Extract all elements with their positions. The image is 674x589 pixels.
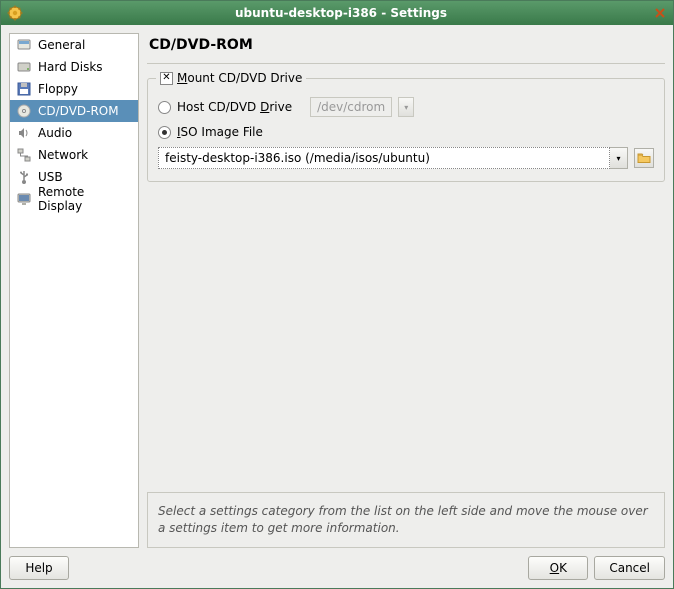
groupbox-title[interactable]: ✕ Mount CD/DVD Drive xyxy=(156,71,306,85)
folder-icon xyxy=(637,151,651,165)
app-icon xyxy=(7,5,23,21)
main-area: General Hard Disks Floppy xyxy=(9,33,665,548)
sidebar-item-label: CD/DVD-ROM xyxy=(38,104,119,118)
host-path-input: /dev/cdrom xyxy=(310,97,392,117)
sidebar-item-label: General xyxy=(38,38,85,52)
cdrom-icon xyxy=(16,103,32,119)
cancel-button[interactable]: Cancel xyxy=(594,556,665,580)
general-icon xyxy=(16,37,32,53)
browse-button[interactable] xyxy=(634,148,654,168)
sidebar-item-general[interactable]: General xyxy=(10,34,138,56)
ok-button[interactable]: OK xyxy=(528,556,588,580)
host-drive-label: Host CD/DVD Drive xyxy=(177,100,292,114)
settings-window: ubuntu-desktop-i386 - Settings General H… xyxy=(0,0,674,589)
display-icon xyxy=(16,191,32,207)
usb-icon xyxy=(16,169,32,185)
sidebar: General Hard Disks Floppy xyxy=(9,33,139,548)
mount-groupbox: ✕ Mount CD/DVD Drive Host CD/DVD Drive /… xyxy=(147,78,665,182)
sidebar-item-label: Hard Disks xyxy=(38,60,103,74)
titlebar[interactable]: ubuntu-desktop-i386 - Settings xyxy=(1,1,673,25)
sidebar-item-floppy[interactable]: Floppy xyxy=(10,78,138,100)
info-panel: Select a settings category from the list… xyxy=(147,492,665,548)
iso-radio[interactable] xyxy=(158,126,171,139)
audio-icon xyxy=(16,125,32,141)
iso-combo[interactable]: feisty-desktop-i386.iso (/media/isos/ubu… xyxy=(158,147,628,169)
iso-combo-row: feisty-desktop-i386.iso (/media/isos/ubu… xyxy=(158,147,654,169)
info-text: Select a settings category from the list… xyxy=(158,504,648,535)
sidebar-item-label: Remote Display xyxy=(38,185,132,213)
window-title: ubuntu-desktop-i386 - Settings xyxy=(29,6,653,20)
network-icon xyxy=(16,147,32,163)
iso-row[interactable]: ISO Image File xyxy=(158,125,654,139)
iso-dropdown-btn[interactable]: ▾ xyxy=(610,147,628,169)
host-drive-row[interactable]: Host CD/DVD Drive /dev/cdrom ▾ xyxy=(158,97,654,117)
close-icon[interactable] xyxy=(653,6,667,20)
sidebar-item-harddisks[interactable]: Hard Disks xyxy=(10,56,138,78)
panel-title: CD/DVD-ROM xyxy=(147,33,665,64)
sidebar-item-network[interactable]: Network xyxy=(10,144,138,166)
iso-label: ISO Image File xyxy=(177,125,263,139)
content-area: General Hard Disks Floppy xyxy=(1,25,673,588)
harddisk-icon xyxy=(16,59,32,75)
sidebar-item-cdrom[interactable]: CD/DVD-ROM xyxy=(10,100,138,122)
sidebar-item-label: Audio xyxy=(38,126,72,140)
button-row: Help OK Cancel xyxy=(9,548,665,580)
sidebar-item-label: USB xyxy=(38,170,63,184)
sidebar-item-label: Network xyxy=(38,148,88,162)
groupbox-label: Mount CD/DVD Drive xyxy=(177,71,302,85)
host-path-dropdown: ▾ xyxy=(398,97,414,117)
mount-checkbox[interactable]: ✕ xyxy=(160,72,173,85)
iso-path-input[interactable]: feisty-desktop-i386.iso (/media/isos/ubu… xyxy=(158,147,610,169)
sidebar-item-label: Floppy xyxy=(38,82,78,96)
sidebar-item-audio[interactable]: Audio xyxy=(10,122,138,144)
sidebar-item-remotedisplay[interactable]: Remote Display xyxy=(10,188,138,210)
host-radio[interactable] xyxy=(158,101,171,114)
help-button[interactable]: Help xyxy=(9,556,69,580)
floppy-icon xyxy=(16,81,32,97)
right-panel: CD/DVD-ROM ✕ Mount CD/DVD Drive Host CD/… xyxy=(147,33,665,548)
